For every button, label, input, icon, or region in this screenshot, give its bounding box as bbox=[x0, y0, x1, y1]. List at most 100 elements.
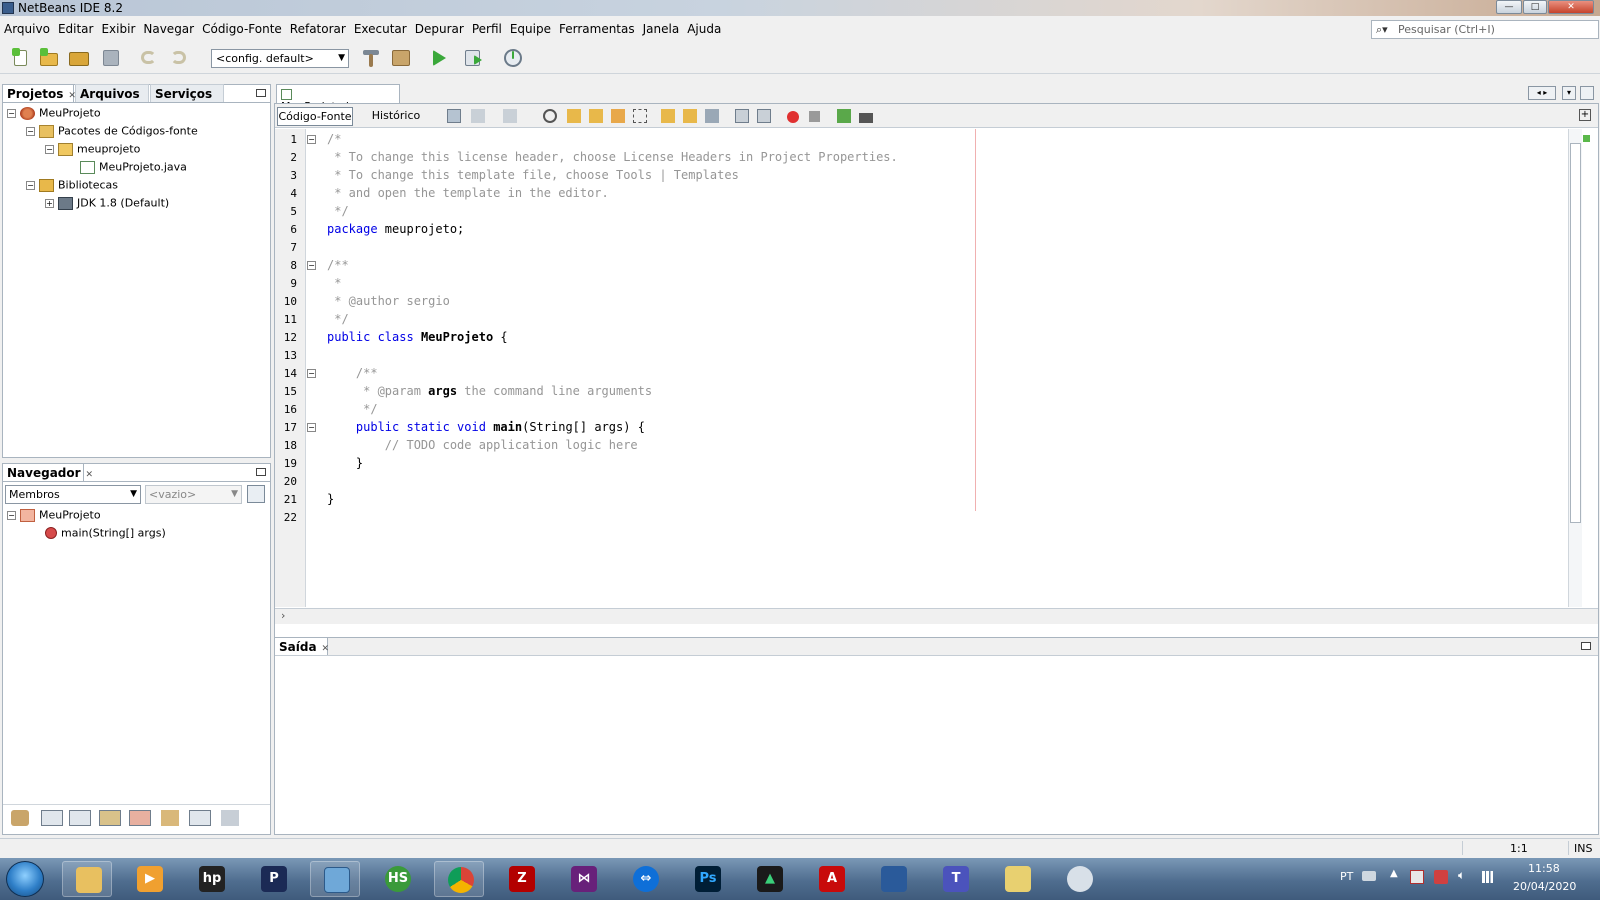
show-fields-icon[interactable] bbox=[41, 810, 63, 826]
tab-projetos[interactable]: Projetos ✕ bbox=[2, 84, 76, 102]
code-line[interactable]: public static void main(String[] args) { bbox=[327, 420, 645, 434]
members-filter-select[interactable]: Membros ▼ bbox=[5, 485, 141, 504]
fold-toggle-icon[interactable]: − bbox=[307, 261, 316, 270]
back-icon[interactable] bbox=[471, 109, 485, 123]
show-static-icon[interactable] bbox=[69, 810, 91, 826]
menu-depurar[interactable]: Depurar bbox=[411, 20, 468, 38]
collapse-icon[interactable]: − bbox=[26, 180, 35, 190]
teams-icon[interactable]: T bbox=[930, 861, 980, 897]
code-line[interactable]: * @author sergio bbox=[327, 294, 450, 308]
tree-item-package[interactable]: − meuprojeto bbox=[45, 142, 140, 160]
stop-macro-icon[interactable] bbox=[809, 111, 820, 122]
code-line[interactable]: * To change this template file, choose T… bbox=[327, 168, 739, 182]
explorer-icon[interactable] bbox=[62, 861, 112, 897]
tab-arquivos[interactable]: Arquivos bbox=[75, 84, 149, 102]
chart-icon[interactable] bbox=[859, 113, 873, 123]
menu-navegar[interactable]: Navegar bbox=[139, 20, 198, 38]
debug-icon[interactable] bbox=[462, 47, 484, 69]
tab-meuprojeto-java[interactable]: MeuProjeto.java✕ bbox=[276, 84, 400, 113]
language-indicator[interactable]: PT bbox=[1340, 870, 1353, 883]
show-non-public-icon[interactable] bbox=[99, 810, 121, 826]
find-previous-icon[interactable] bbox=[567, 109, 581, 123]
rect-select-icon[interactable] bbox=[633, 109, 647, 123]
sort-by-source-icon[interactable] bbox=[161, 810, 179, 826]
code-line[interactable]: * To change this license header, choose … bbox=[327, 150, 898, 164]
nav-item-class[interactable]: − MeuProjeto bbox=[7, 508, 101, 526]
undo-icon[interactable] bbox=[138, 47, 160, 69]
menu-ferramentas[interactable]: Ferramentas bbox=[555, 20, 639, 38]
code-area[interactable] bbox=[307, 129, 1568, 607]
security-alert-icon[interactable] bbox=[1434, 870, 1448, 884]
start-macro-icon[interactable] bbox=[787, 111, 799, 123]
teamviewer-icon[interactable]: ⇔ bbox=[620, 861, 670, 897]
acrobat-icon[interactable]: A bbox=[806, 861, 856, 897]
tree-item-project[interactable]: − MeuProjeto bbox=[7, 106, 101, 124]
signal-icon[interactable] bbox=[1482, 871, 1496, 883]
find-icon[interactable] bbox=[543, 109, 557, 123]
menu-editar[interactable]: Editar bbox=[54, 20, 98, 38]
hierarchy-icon[interactable] bbox=[11, 810, 29, 826]
show-inherited-icon[interactable] bbox=[129, 810, 151, 826]
media-player-icon[interactable]: ▶ bbox=[124, 861, 174, 897]
clean-build-icon[interactable] bbox=[390, 47, 412, 69]
toggle-bookmark-icon[interactable] bbox=[705, 109, 719, 123]
paint-icon[interactable] bbox=[1054, 861, 1104, 897]
app-box-icon[interactable] bbox=[868, 861, 918, 897]
forward-icon[interactable] bbox=[503, 109, 517, 123]
menu-janela[interactable]: Janela bbox=[639, 20, 684, 38]
close-tab-icon[interactable]: ✕ bbox=[86, 470, 94, 480]
empty-select[interactable]: <vazio> ▼ bbox=[145, 485, 242, 504]
tray-expand-icon[interactable]: ▲ bbox=[1390, 868, 1398, 879]
network-alert-icon[interactable] bbox=[1410, 870, 1424, 884]
folder-icon[interactable] bbox=[992, 861, 1042, 897]
fold-toggle-icon[interactable]: − bbox=[307, 369, 316, 378]
last-edit-icon[interactable] bbox=[447, 109, 461, 123]
split-editor-icon[interactable]: + bbox=[1579, 109, 1591, 121]
search-box[interactable]: ⌕▾ Pesquisar (Ctrl+I) bbox=[1371, 20, 1599, 39]
code-line[interactable]: /** bbox=[327, 366, 378, 380]
clock-time[interactable]: 11:58 bbox=[1528, 862, 1560, 875]
collapse-icon[interactable]: − bbox=[26, 126, 35, 136]
clock-date[interactable]: 20/04/2020 bbox=[1513, 880, 1576, 893]
code-line[interactable]: */ bbox=[327, 204, 348, 218]
code-line[interactable]: * and open the template in the editor. bbox=[327, 186, 609, 200]
open-project-icon[interactable] bbox=[68, 47, 90, 69]
hp-icon[interactable]: hp bbox=[186, 861, 236, 897]
find-next-icon[interactable] bbox=[589, 109, 603, 123]
nav-item-method[interactable]: main(String[] args) bbox=[45, 526, 166, 544]
menu-perfil[interactable]: Perfil bbox=[468, 20, 506, 38]
fold-toggle-icon[interactable]: − bbox=[307, 135, 316, 144]
new-file-icon[interactable] bbox=[10, 47, 32, 69]
menu-refatorar[interactable]: Refatorar bbox=[286, 20, 350, 38]
minimize-panel-icon[interactable] bbox=[256, 89, 266, 97]
maximize-button[interactable]: □ bbox=[1523, 0, 1547, 14]
run-icon[interactable] bbox=[428, 47, 450, 69]
save-all-icon[interactable] bbox=[100, 47, 122, 69]
sort-by-name-icon[interactable] bbox=[189, 810, 211, 826]
photoshop-icon[interactable]: Ps bbox=[682, 861, 732, 897]
netbeans-cube-icon[interactable] bbox=[310, 861, 360, 897]
visual-studio-icon[interactable]: ⋈ bbox=[558, 861, 608, 897]
view-history-tab[interactable]: Histórico bbox=[361, 107, 431, 126]
close-button[interactable]: ✕ bbox=[1548, 0, 1594, 14]
tree-item-java-file[interactable]: MeuProjeto.java bbox=[80, 160, 187, 178]
redo-icon[interactable] bbox=[168, 47, 190, 69]
sort-order-icon[interactable] bbox=[221, 810, 239, 826]
menu-codigo-fonte[interactable]: Código-Fonte bbox=[198, 20, 286, 38]
tree-item-jdk[interactable]: + JDK 1.8 (Default) bbox=[45, 196, 169, 214]
keyboard-icon[interactable] bbox=[1362, 871, 1376, 881]
menu-equipe[interactable]: Equipe bbox=[506, 20, 555, 38]
expand-icon[interactable]: + bbox=[45, 198, 54, 208]
toggle-highlight-icon[interactable] bbox=[611, 109, 625, 123]
tab-saida[interactable]: Saída ✕ bbox=[274, 637, 329, 655]
shift-left-icon[interactable] bbox=[735, 109, 749, 123]
start-orb-icon[interactable] bbox=[6, 861, 44, 897]
tree-item-libraries[interactable]: − Bibliotecas bbox=[26, 178, 118, 196]
code-line[interactable]: * @param args the command line arguments bbox=[327, 384, 652, 398]
tab-navegador[interactable]: Navegador ✕ bbox=[2, 463, 93, 481]
media-icon[interactable]: ▲ bbox=[744, 861, 794, 897]
menu-exibir[interactable]: Exibir bbox=[97, 20, 139, 38]
menu-arquivo[interactable]: Arquivo bbox=[0, 20, 54, 38]
volume-icon[interactable]: 🔈︎ bbox=[1458, 868, 1465, 883]
collapse-icon[interactable]: − bbox=[45, 144, 54, 154]
